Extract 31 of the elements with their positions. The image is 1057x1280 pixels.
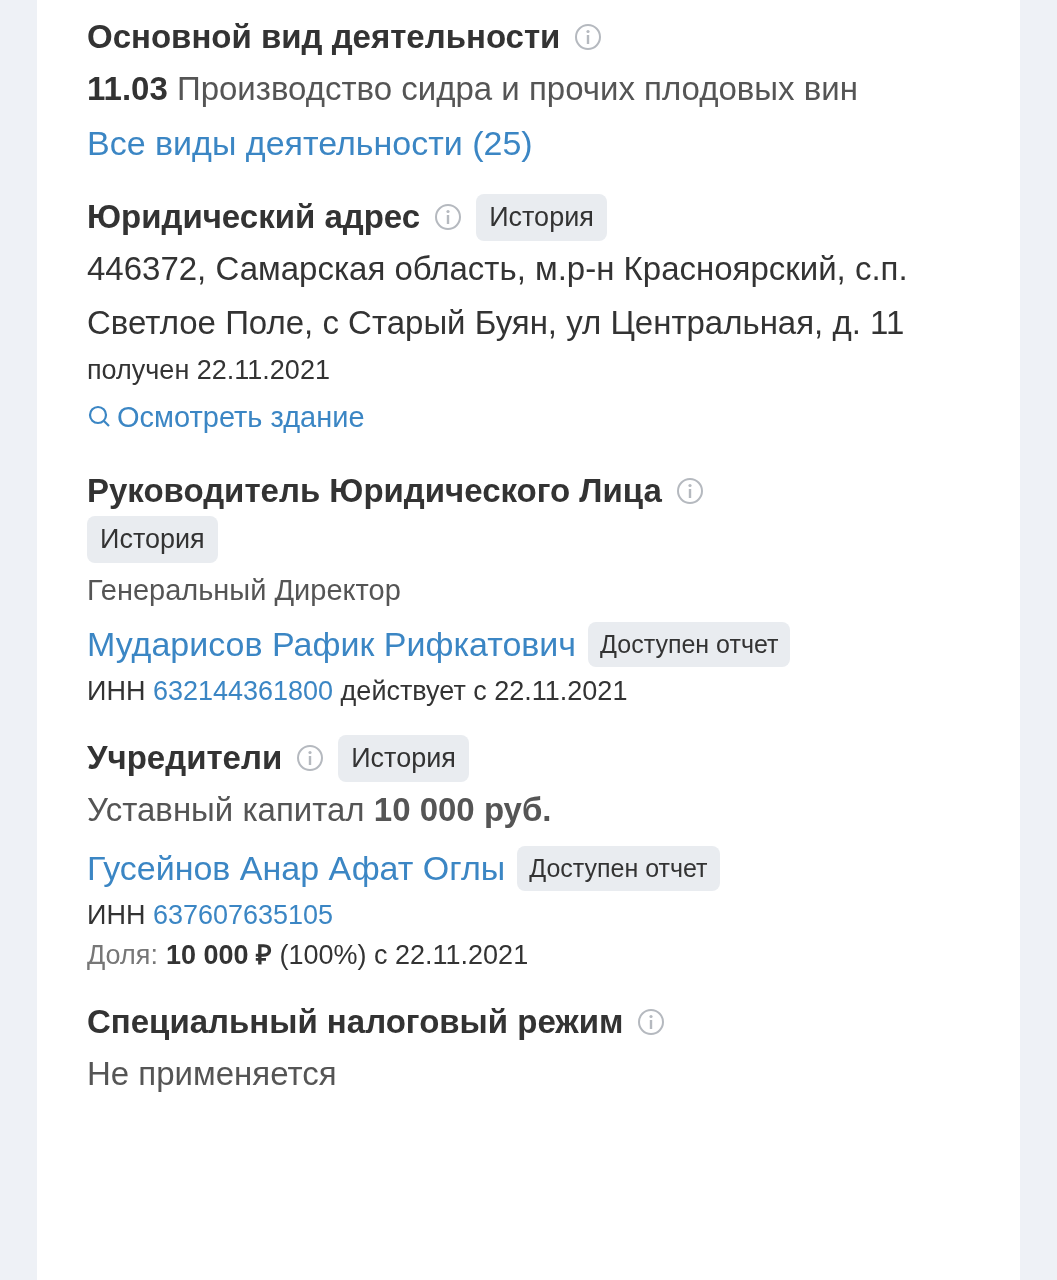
report-badge: Доступен отчет — [588, 621, 791, 667]
info-icon[interactable] — [675, 477, 704, 505]
activity-text: 11.03 Производство сидра и прочих плодовых вин — [87, 69, 859, 109]
section-title: Юридический адрес — [87, 198, 421, 236]
info-icon[interactable] — [637, 1008, 666, 1036]
section-title: Основной вид деятельности — [87, 18, 561, 56]
info-icon[interactable] — [434, 203, 463, 231]
history-button[interactable]: История — [87, 516, 218, 563]
section-title: Специальный налоговый режим — [87, 1003, 624, 1041]
position-text: Генеральный Директор — [87, 573, 402, 608]
inn-line: ИНН 637607635105 — [87, 899, 335, 932]
received-date: получен 22.11.2021 — [87, 354, 331, 387]
all-activities-link[interactable]: Все виды деятельности (25) — [87, 116, 533, 170]
section-title: Учредители — [87, 739, 283, 777]
view-building-link[interactable]: Осмотреть здание — [87, 390, 365, 444]
history-button[interactable]: История — [338, 734, 469, 782]
history-button[interactable]: История — [476, 193, 607, 241]
address-text: 446372, Самарская область, м.р-н Красноярский, с.п. Светлое Поле, с Старый Буян, ул Центральная, д. 11 — [87, 249, 909, 343]
section-title: Руководитель Юридического Лица — [87, 472, 662, 510]
inn-link[interactable]: 632144361800 — [152, 676, 334, 706]
inn-line: ИНН 632144361800 действует с 22.11.2021 — [87, 675, 629, 708]
info-icon[interactable] — [574, 23, 603, 51]
inn-link[interactable]: 637607635105 — [152, 900, 334, 930]
report-badge: Доступен отчет — [517, 845, 720, 891]
share-label: Доля: — [87, 939, 158, 972]
info-icon[interactable] — [296, 744, 325, 772]
person-link[interactable]: Мударисов Рафик Рифкатович — [87, 617, 577, 671]
share-text: 10 000 ₽ (100%) с 22.11.2021 — [165, 939, 529, 972]
tax-regime-value: Не применяется — [87, 1054, 338, 1094]
capital-text: Уставный капитал 10 000 руб. — [87, 790, 553, 830]
person-link[interactable]: Гусейнов Анар Афат Оглы — [87, 841, 506, 895]
